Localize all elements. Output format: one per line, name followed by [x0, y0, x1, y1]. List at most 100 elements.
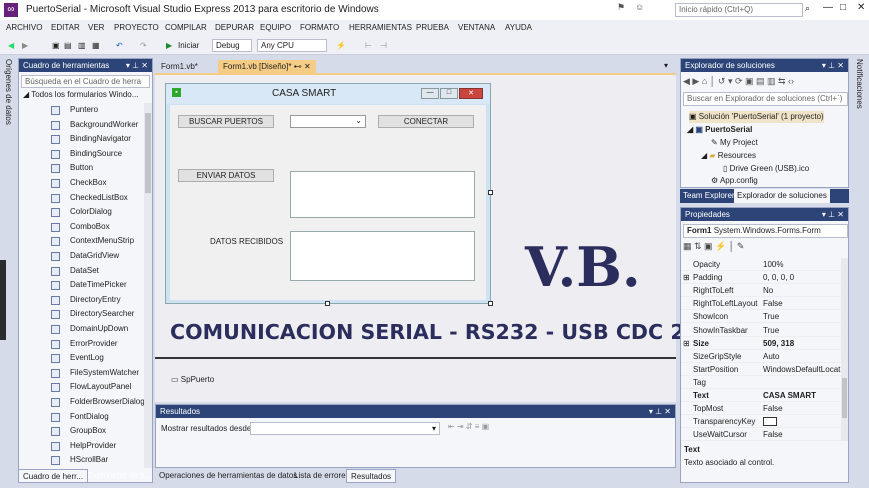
toolbox-scrollbar[interactable]: [144, 103, 152, 468]
solution-row-root[interactable]: ▣ Solución 'PuertoSerial' (1 proyecto): [689, 111, 824, 123]
feedback-icon[interactable]: ☺: [635, 2, 644, 12]
properties-object-select[interactable]: Form1 System.Windows.Forms.Form: [683, 224, 848, 238]
form-maximize-button[interactable]: □: [440, 88, 458, 99]
conectar-button[interactable]: CONECTAR: [378, 115, 474, 128]
solution-row-myproject[interactable]: ✎ My Project: [711, 137, 758, 149]
solution-explorer-tab[interactable]: Explorador de soluciones: [734, 189, 830, 203]
property-value[interactable]: 509, 318: [763, 337, 845, 350]
start-icon[interactable]: ▶: [166, 39, 172, 52]
resize-handle-corner[interactable]: [488, 301, 493, 306]
toolbox-item[interactable]: BackgroundWorker: [19, 118, 144, 133]
team-explorer-tab[interactable]: Team Explorer: [683, 191, 735, 200]
toolbox-item[interactable]: GroupBox: [19, 424, 144, 439]
property-row[interactable]: ShowInTaskbar True: [681, 324, 841, 337]
component-tray-item[interactable]: ▭ SpPuerto: [171, 375, 214, 384]
receive-textbox[interactable]: [290, 231, 475, 281]
results-bottom-tab[interactable]: Resultados: [346, 469, 397, 483]
config-select[interactable]: Debug: [212, 39, 252, 52]
menu-prueba[interactable]: PRUEBA: [416, 23, 449, 32]
back-icon[interactable]: ◀: [8, 39, 14, 52]
minimize-button[interactable]: —: [823, 2, 833, 13]
data-sources-tab[interactable]: Orígenes de datos: [4, 59, 13, 125]
forward-icon[interactable]: ▶: [22, 39, 28, 52]
pin-icon[interactable]: ⊷: [294, 62, 302, 71]
format-icon[interactable]: ⚡: [336, 39, 346, 52]
form-minimize-button[interactable]: —: [421, 88, 439, 99]
property-row[interactable]: RightToLeftLayout False: [681, 297, 841, 311]
menu-formato[interactable]: FORMATO: [300, 23, 339, 32]
toolbox-item[interactable]: FolderBrowserDialog: [19, 395, 145, 410]
solution-row-project[interactable]: ◢ ▣ PuertoSerial: [687, 124, 752, 136]
send-textbox[interactable]: [290, 171, 475, 218]
property-row[interactable]: SizeGripStyle Auto: [681, 350, 841, 363]
pin-icon[interactable]: ▾ ⊥ ✕: [822, 208, 844, 221]
toolbox-item[interactable]: DirectorySearcher: [19, 307, 144, 322]
solution-search-input[interactable]: Buscar en Explorador de soluciones (Ctrl…: [683, 92, 848, 106]
align-center-icon[interactable]: ⊣: [380, 39, 387, 52]
property-row[interactable]: TopMost False: [681, 402, 841, 416]
pin-icon[interactable]: ▾ ⊥ ✕: [126, 59, 148, 72]
data-tools-bottom-tab[interactable]: Operaciones de herramientas de datos: [155, 469, 301, 483]
expand-icon[interactable]: ⊞: [683, 271, 690, 284]
property-row[interactable]: ShowIcon True: [681, 310, 841, 324]
toolbox-item[interactable]: Button: [19, 161, 144, 176]
start-button[interactable]: Iniciar: [178, 39, 199, 52]
toolbox-item[interactable]: FontDialog: [19, 410, 144, 425]
solution-row-appconfig[interactable]: ⚙ App.config: [711, 175, 758, 187]
toolbox-item[interactable]: HelpProvider: [19, 439, 144, 454]
toolbox-item[interactable]: EventLog: [19, 351, 144, 366]
properties-scrollbar[interactable]: [841, 258, 848, 441]
property-value[interactable]: False: [763, 402, 845, 415]
menu-editar[interactable]: EDITAR: [51, 23, 80, 32]
property-row[interactable]: UseWaitCursor False: [681, 428, 841, 442]
properties-toolbar[interactable]: ▦ ⇅ ▣ ⚡ │ ✎: [683, 241, 744, 252]
color-swatch[interactable]: [763, 417, 777, 427]
search-icon[interactable]: ⌕: [805, 3, 810, 14]
close-tab-icon[interactable]: ✕: [304, 62, 311, 71]
property-row[interactable]: ⊞ Padding 0, 0, 0, 0: [681, 271, 841, 285]
toolbox-item[interactable]: FileSystemWatcher: [19, 366, 144, 381]
menu-ayuda[interactable]: AYUDA: [505, 23, 532, 32]
pin-icon[interactable]: ▾ ⊥ ✕: [649, 405, 671, 418]
property-row[interactable]: ⊞ Size 509, 318: [681, 337, 841, 350]
menu-ventana[interactable]: VENTANA: [458, 23, 495, 32]
property-value[interactable]: False: [763, 297, 845, 310]
pin-icon[interactable]: ▾ ⊥ ✕: [822, 59, 844, 72]
toolbox-item[interactable]: HScrollBar: [19, 453, 144, 468]
resize-handle-bottom[interactable]: [325, 301, 330, 306]
toolbox-item[interactable]: CheckBox: [19, 176, 144, 191]
toolbox-item[interactable]: Puntero: [19, 103, 144, 118]
error-list-bottom-tab[interactable]: Lista de errores: [290, 469, 354, 483]
menu-depurar[interactable]: DEPURAR: [215, 23, 254, 32]
property-value[interactable]: 100%: [763, 258, 845, 271]
save-all-icon[interactable]: ▦: [92, 39, 100, 52]
new-project-icon[interactable]: ▣: [52, 39, 60, 52]
ports-combobox[interactable]: ⌄: [290, 115, 366, 128]
menu-herramientas[interactable]: HERRAMIENTAS: [349, 23, 412, 32]
solution-toolbar[interactable]: ◀ ▶ ⌂ │ ↺ ▾ ⟳ ▣ ▤ ▥ ⇆ ‹›: [683, 76, 794, 87]
property-value[interactable]: True: [763, 310, 845, 323]
open-icon[interactable]: ▤: [64, 39, 72, 52]
property-row[interactable]: RightToLeft No: [681, 284, 841, 298]
menu-compilar[interactable]: COMPILAR: [165, 23, 207, 32]
toolbox-group[interactable]: ◢ Todos los formularios Windo...: [23, 90, 138, 99]
toolbox-item[interactable]: ComboBox: [19, 220, 144, 235]
toolbox-item[interactable]: BindingSource: [19, 147, 144, 162]
property-value[interactable]: True: [763, 324, 845, 337]
close-button[interactable]: ✕: [857, 2, 865, 13]
property-value[interactable]: No: [763, 284, 845, 297]
undo-icon[interactable]: ↶: [116, 39, 123, 52]
property-row[interactable]: TransparencyKey: [681, 415, 841, 429]
solution-row-resources[interactable]: ◢ ▰ Resources: [701, 150, 756, 162]
enviar-datos-button[interactable]: ENVIAR DATOS: [178, 169, 274, 182]
menu-proyecto[interactable]: PROYECTO: [114, 23, 159, 32]
menu-archivo[interactable]: ARCHIVO: [6, 23, 42, 32]
toolbox-item[interactable]: DataGridView: [19, 249, 144, 264]
toolbox-item[interactable]: ContextMenuStrip: [19, 234, 144, 249]
toolbox-bottom-tab[interactable]: Cuadro de herr...: [18, 469, 89, 483]
save-icon[interactable]: ▥: [78, 39, 86, 52]
results-toolbar-icons[interactable]: ⇤ ⇥ ⇵ ≡ ▣: [448, 422, 489, 431]
notification-flag-icon[interactable]: ⚑: [617, 2, 625, 13]
align-left-icon[interactable]: ⊢: [365, 39, 372, 52]
redo-icon[interactable]: ↷: [140, 39, 147, 52]
